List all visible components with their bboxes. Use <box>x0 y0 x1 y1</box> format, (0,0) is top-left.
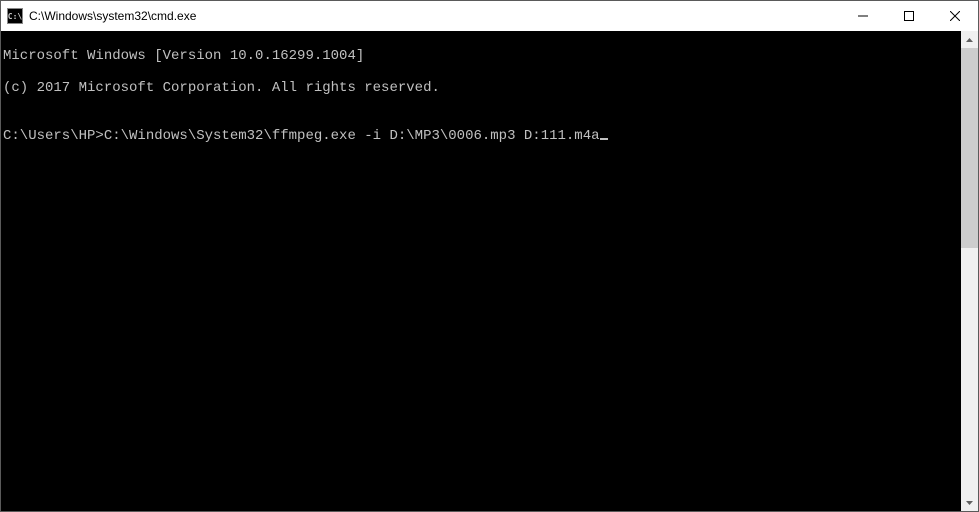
titlebar[interactable]: C:\ C:\Windows\system32\cmd.exe <box>1 1 978 31</box>
maximize-icon <box>904 11 914 21</box>
vertical-scrollbar[interactable] <box>961 31 978 511</box>
console-line: Microsoft Windows [Version 10.0.16299.10… <box>3 48 961 64</box>
minimize-button[interactable] <box>840 1 886 31</box>
window-title: C:\Windows\system32\cmd.exe <box>29 9 840 23</box>
client-area: Microsoft Windows [Version 10.0.16299.10… <box>1 31 978 511</box>
minimize-icon <box>858 11 868 21</box>
console-output[interactable]: Microsoft Windows [Version 10.0.16299.10… <box>1 31 961 511</box>
maximize-button[interactable] <box>886 1 932 31</box>
close-button[interactable] <box>932 1 978 31</box>
app-icon: C:\ <box>7 8 23 24</box>
chevron-up-icon <box>966 38 973 42</box>
close-icon <box>950 11 960 21</box>
scroll-thumb[interactable] <box>961 48 978 248</box>
console-prompt-line: C:\Users\HP>C:\Windows\System32\ffmpeg.e… <box>3 128 961 144</box>
cmd-window: C:\ C:\Windows\system32\cmd.exe Microsof… <box>0 0 979 512</box>
console-line: (c) 2017 Microsoft Corporation. All righ… <box>3 80 961 96</box>
scroll-track[interactable] <box>961 48 978 494</box>
window-controls <box>840 1 978 31</box>
scroll-down-button[interactable] <box>961 494 978 511</box>
text-cursor <box>600 138 608 140</box>
scroll-up-button[interactable] <box>961 31 978 48</box>
chevron-down-icon <box>966 501 973 505</box>
